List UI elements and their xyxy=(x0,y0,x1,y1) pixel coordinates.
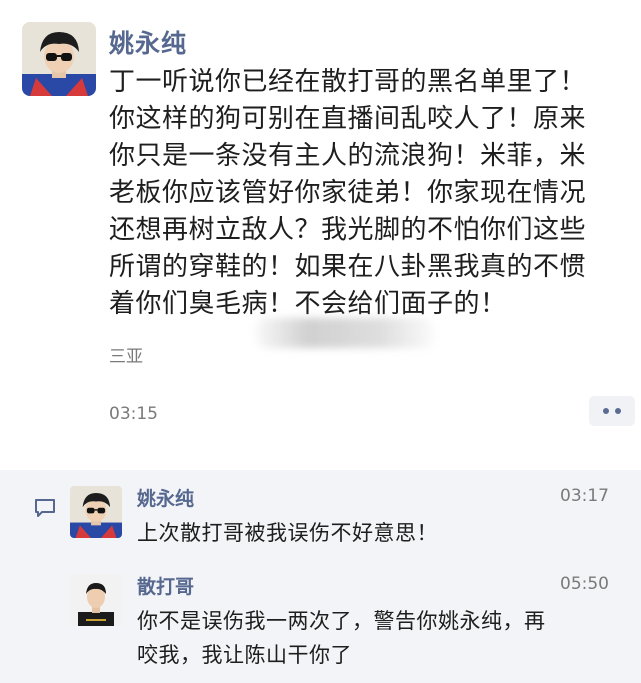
comment-section: 姚永纯 03:17 上次散打哥被我误伤不好意思！ 散打哥 05:50 你不是误伤… xyxy=(0,470,641,683)
dot xyxy=(615,408,621,414)
post-location[interactable]: 三亚 xyxy=(109,342,143,367)
avatar-portrait-icon xyxy=(70,574,122,626)
more-dots-icon[interactable] xyxy=(589,396,635,426)
comment-time-2: 05:50 xyxy=(560,574,609,594)
comment-author-1[interactable]: 姚永纯 xyxy=(137,484,194,511)
comment-avatar-1[interactable] xyxy=(70,486,122,538)
avatar-portrait-icon xyxy=(70,486,122,538)
avatar-portrait-icon xyxy=(22,22,96,96)
dot xyxy=(603,408,609,414)
comment-text-1[interactable]: 上次散打哥被我误伤不好意思！ xyxy=(137,516,627,550)
moment-post: 姚永纯 丁一听说你已经在散打哥的黑名单里了！ 你这样的狗可别在直播间乱咬人了！原… xyxy=(0,0,641,450)
blurred-region xyxy=(255,318,435,348)
author-avatar[interactable] xyxy=(22,22,96,96)
comment-author-2[interactable]: 散打哥 xyxy=(137,572,194,599)
post-time: 03:15 xyxy=(109,404,158,424)
comment-time-1: 03:17 xyxy=(560,486,609,506)
post-text: 丁一听说你已经在散打哥的黑名单里了！ 你这样的狗可别在直播间乱咬人了！原来 你只… xyxy=(109,67,587,319)
comment-avatar-2[interactable] xyxy=(70,574,122,626)
author-name[interactable]: 姚永纯 xyxy=(109,24,187,60)
comment-text-2[interactable]: 你不是误伤我一两次了，警告你姚永纯，再 咬我，我让陈山干你了 xyxy=(137,604,627,672)
comment-bubble-icon xyxy=(35,499,55,517)
